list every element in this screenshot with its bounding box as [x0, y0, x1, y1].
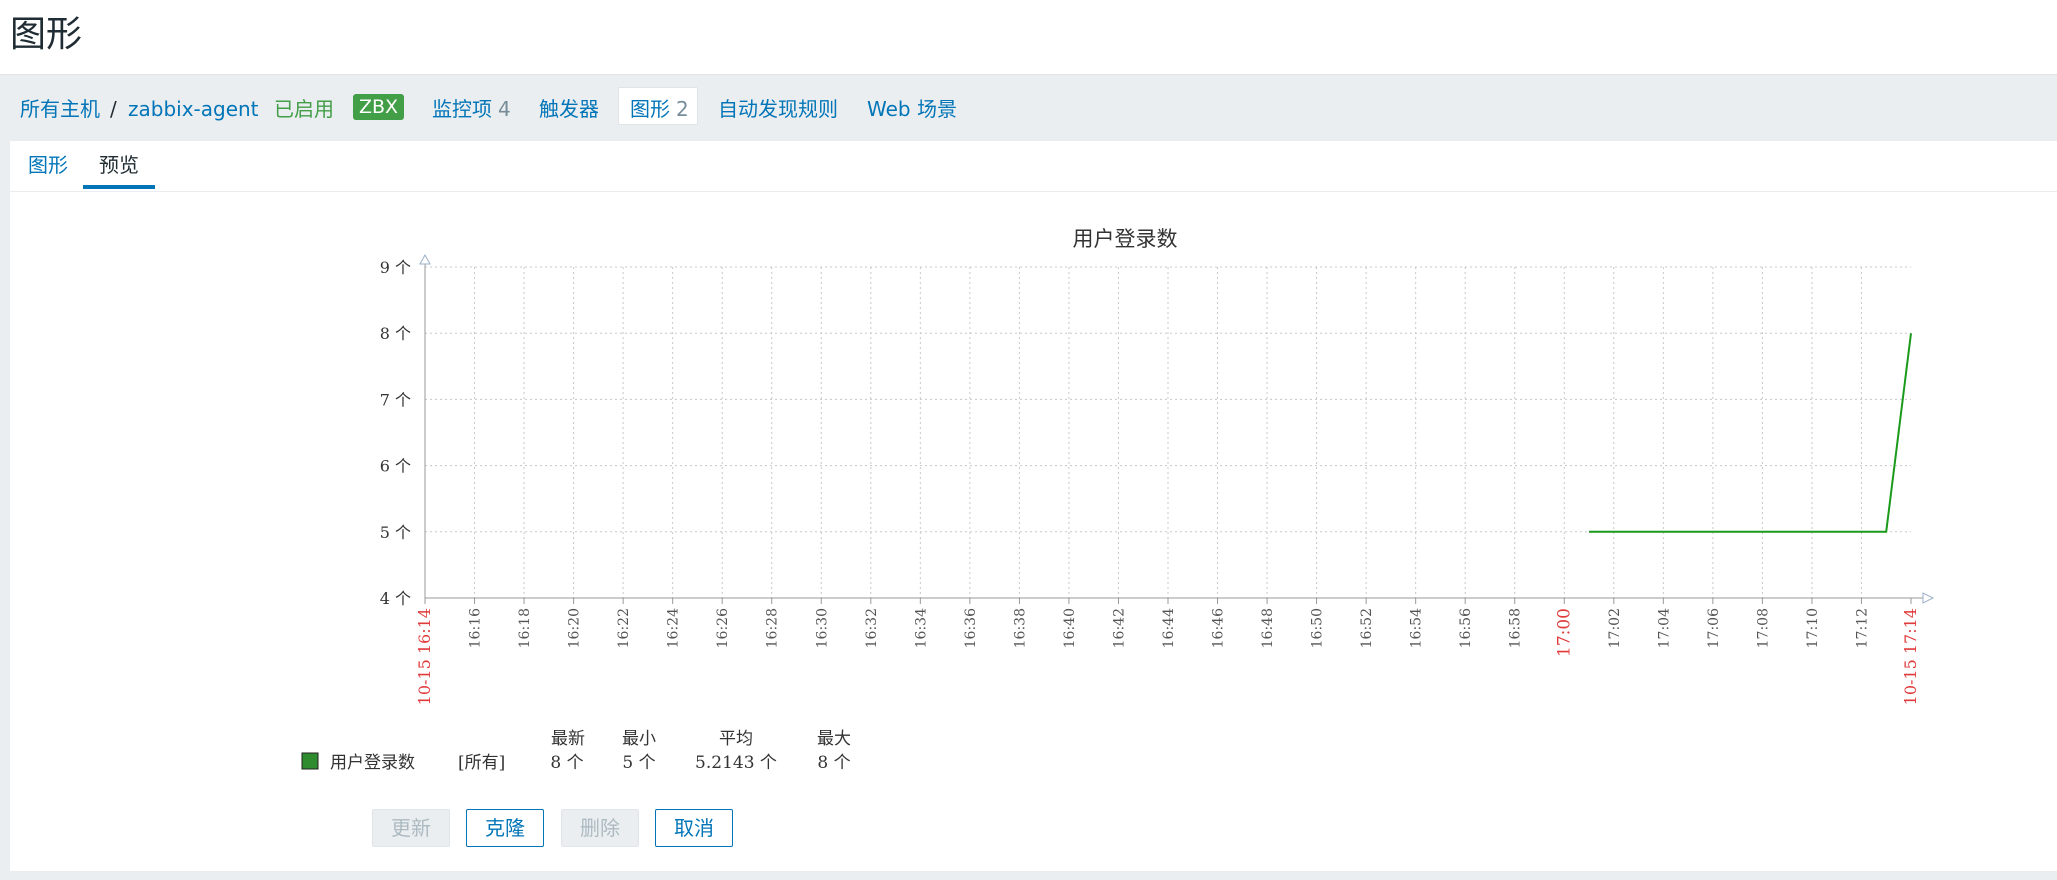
items-count: 4 — [498, 97, 511, 121]
breadcrumb-separator: / — [110, 97, 117, 121]
tab-preview[interactable]: 预览 — [99, 152, 139, 178]
host-breadcrumb-nav: 所有主机 / zabbix-agent 已启用 ZBX 监控项 4 触发器 图形 2… — [0, 74, 2057, 141]
graphs-link[interactable]: 图形 2 — [630, 97, 689, 121]
zbx-availability-badge: ZBX — [353, 94, 405, 120]
web-scenarios-link[interactable]: Web 场景 — [867, 97, 957, 121]
tab-active-underline — [83, 185, 155, 189]
form-tabs: 图形 预览 — [10, 141, 2057, 192]
triggers-link[interactable]: 触发器 — [539, 97, 599, 121]
host-status-enabled[interactable]: 已启用 — [274, 97, 334, 121]
bottom-strip — [0, 871, 2057, 880]
items-label: 监控项 — [432, 97, 492, 121]
discovery-rules-link[interactable]: 自动发现规则 — [718, 97, 838, 121]
clone-button[interactable]: 克隆 — [466, 809, 544, 847]
graphs-count: 2 — [676, 97, 689, 121]
update-button[interactable]: 更新 — [372, 809, 450, 847]
page-header: 图形 — [0, 0, 2057, 74]
host-link[interactable]: zabbix-agent — [128, 97, 259, 121]
all-hosts-link[interactable]: 所有主机 — [20, 97, 100, 121]
tab-graph[interactable]: 图形 — [28, 152, 68, 178]
cancel-button[interactable]: 取消 — [655, 809, 733, 847]
page-title: 图形 — [10, 14, 83, 55]
delete-button[interactable]: 删除 — [561, 809, 639, 847]
main-panel: 图形 预览 — [10, 141, 2057, 871]
graphs-label: 图形 — [630, 97, 670, 121]
items-link[interactable]: 监控项 4 — [432, 97, 511, 121]
